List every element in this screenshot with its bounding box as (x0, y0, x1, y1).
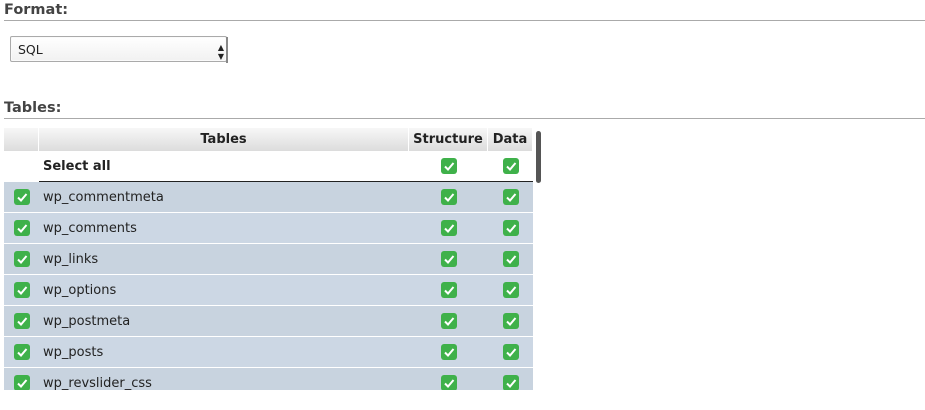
checkmark-icon (443, 379, 454, 388)
structure-checkbox[interactable] (440, 375, 457, 390)
tables-list: Tables Structure Data Select all wp_comm… (4, 128, 533, 390)
header-checkbox-column (4, 128, 39, 151)
table-row: wp_commentmeta (4, 182, 533, 213)
select-all-label: Select all (43, 158, 111, 174)
checkmark-icon (16, 317, 27, 326)
checkmark-icon (443, 317, 454, 326)
table-row: wp_options (4, 275, 533, 306)
data-checkbox[interactable] (502, 189, 519, 205)
table-name: wp_posts (43, 344, 104, 360)
format-select[interactable]: SQL ▲ ▼ (10, 36, 228, 63)
checkmark-icon (505, 317, 516, 326)
select-all-data-checkbox[interactable] (502, 158, 519, 174)
structure-checkbox[interactable] (440, 344, 457, 360)
checkmark-icon (16, 348, 27, 357)
structure-checkbox[interactable] (440, 313, 457, 329)
checkmark-icon (505, 255, 516, 264)
table-row: wp_revslider_css (4, 368, 533, 390)
checkmark-icon (505, 224, 516, 233)
checkmark-icon (443, 348, 454, 357)
table-name: wp_options (43, 282, 117, 298)
header-data: Data (488, 128, 533, 151)
checkmark-icon (505, 348, 516, 357)
data-checkbox[interactable] (502, 282, 519, 298)
data-checkbox[interactable] (502, 313, 519, 329)
checkmark-icon (505, 379, 516, 388)
table-name: wp_postmeta (43, 313, 131, 329)
data-checkbox[interactable] (502, 220, 519, 236)
tables-heading: Tables: (4, 100, 925, 119)
row-select-checkbox[interactable] (13, 189, 30, 205)
table-row: wp_links (4, 244, 533, 275)
format-select-value: SQL (18, 42, 43, 57)
select-all-structure-checkbox[interactable] (440, 158, 457, 174)
data-checkbox[interactable] (502, 344, 519, 360)
row-select-checkbox[interactable] (13, 344, 30, 360)
select-all-row: Select all (4, 151, 533, 182)
checkmark-icon (443, 286, 454, 295)
table-name: wp_revslider_css (43, 375, 152, 391)
header-tables: Tables (39, 128, 409, 151)
table-name: wp_comments (43, 220, 137, 236)
checkmark-icon (16, 379, 27, 388)
select-shadow (226, 37, 228, 63)
structure-checkbox[interactable] (440, 251, 457, 267)
table-row: wp_comments (4, 213, 533, 244)
checkmark-icon (16, 255, 27, 264)
dropdown-arrow-icon: ▲ ▼ (217, 43, 224, 61)
row-select-checkbox[interactable] (13, 251, 30, 267)
data-checkbox[interactable] (502, 375, 519, 390)
table-header-row: Tables Structure Data (4, 128, 533, 151)
row-select-checkbox[interactable] (13, 313, 30, 329)
checkmark-icon (505, 286, 516, 295)
checkmark-icon (443, 162, 454, 171)
checkmark-icon (443, 255, 454, 264)
data-checkbox[interactable] (502, 251, 519, 267)
structure-checkbox[interactable] (440, 220, 457, 236)
header-structure: Structure (409, 128, 488, 151)
structure-checkbox[interactable] (440, 189, 457, 205)
row-select-checkbox[interactable] (13, 282, 30, 298)
checkmark-icon (505, 162, 516, 171)
structure-checkbox[interactable] (440, 282, 457, 298)
row-select-checkbox[interactable] (13, 375, 30, 390)
checkmark-icon (16, 224, 27, 233)
table-name: wp_commentmeta (43, 189, 164, 205)
checkmark-icon (443, 224, 454, 233)
table-row: wp_postmeta (4, 306, 533, 337)
row-select-checkbox[interactable] (13, 220, 30, 236)
scrollbar[interactable] (536, 131, 541, 183)
checkmark-icon (443, 193, 454, 202)
table-row: wp_posts (4, 337, 533, 368)
format-heading: Format: (4, 2, 925, 21)
table-name: wp_links (43, 251, 99, 267)
checkmark-icon (16, 193, 27, 202)
checkmark-icon (505, 193, 516, 202)
checkmark-icon (16, 286, 27, 295)
